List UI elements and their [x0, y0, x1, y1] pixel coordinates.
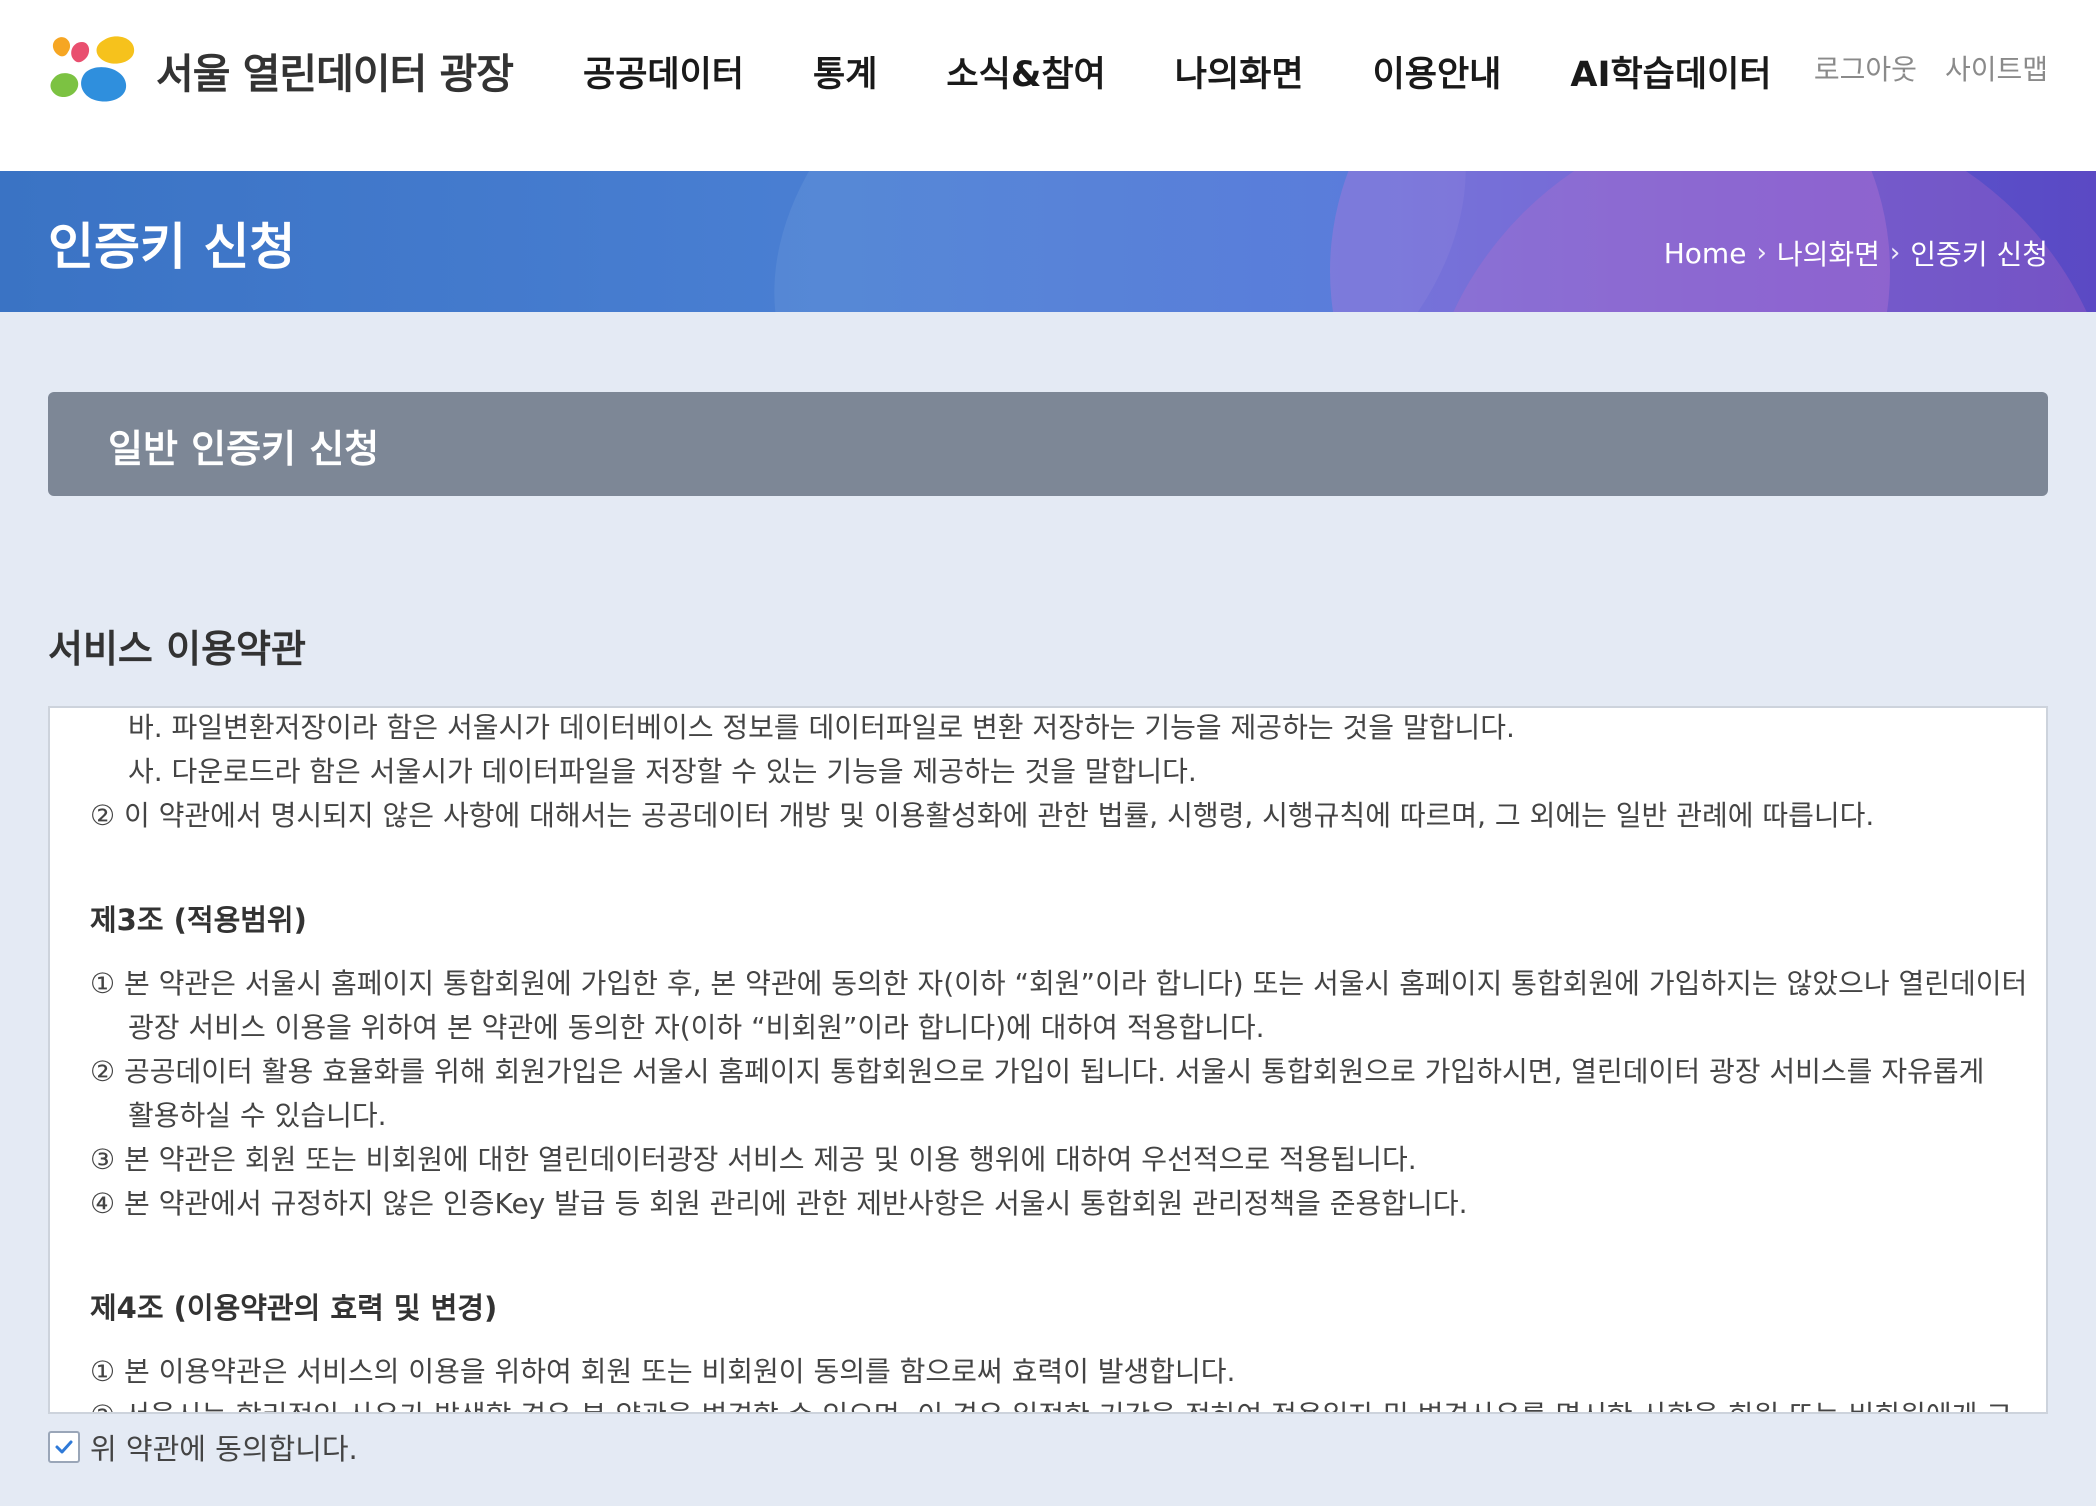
section-title: 일반 인증키 신청 [108, 427, 380, 471]
site-header: 서울 열린데이터 광장 공공데이터 통계 소식&참여 나의화면 이용안내 AI학… [0, 0, 2096, 171]
terms-line: 광장 서비스 이용을 위하여 본 약관에 동의한 자(이하 “비회원”이라 합니… [128, 1011, 1265, 1044]
agree-row: 위 약관에 동의합니다. [48, 1426, 358, 1468]
terms-line: ② 이 약관에서 명시되지 않은 사항에 대해서는 공공데이터 개방 및 이용활… [90, 799, 1875, 832]
terms-line: ③ 본 약관은 회원 또는 비회원에 대한 열린데이터광장 서비스 제공 및 이… [90, 1143, 1417, 1176]
global-nav: 공공데이터 통계 소식&참여 나의화면 이용안내 AI학습데이터 [583, 46, 1772, 96]
nav-my-page[interactable]: 나의화면 [1175, 46, 1304, 96]
check-icon [55, 1440, 73, 1454]
terms-line: ② 서울시는 합리적인 사유가 발생할 경우 본 약관을 변경할 수 있으며, … [90, 1394, 2020, 1412]
terms-heading: 서비스 이용약관 [48, 627, 306, 671]
nav-statistics[interactable]: 통계 [813, 46, 877, 96]
terms-line: ② 공공데이터 활용 효율화를 위해 회원가입은 서울시 홈페이지 통합회원으로… [90, 1055, 1985, 1088]
terms-line: 활용하실 수 있습니다. [128, 1099, 387, 1132]
nav-guide[interactable]: 이용안내 [1373, 46, 1502, 96]
agree-label[interactable]: 위 약관에 동의합니다. [90, 1426, 358, 1468]
site-logo[interactable]: 서울 열린데이터 광장 [46, 30, 514, 110]
terms-line: 사. 다운로드라 함은 서울시가 데이터파일을 저장할 수 있는 기능을 제공하… [128, 755, 1197, 788]
section-header: 일반 인증키 신청 [48, 392, 2048, 496]
terms-line: 바. 파일변환저장이라 함은 서울시가 데이터베이스 정보를 데이터파일로 변환… [128, 711, 1515, 744]
breadcrumb-home[interactable]: Home [1664, 237, 1747, 270]
agree-checkbox[interactable] [48, 1431, 80, 1463]
terms-scroll-box[interactable]: 바. 파일변환저장이라 함은 서울시가 데이터베이스 정보를 데이터파일로 변환… [48, 706, 2048, 1414]
breadcrumb: Home › 나의화면 › 인증키 신청 [1664, 233, 2048, 273]
site-logo-text: 서울 열린데이터 광장 [156, 50, 514, 98]
nav-news-participation[interactable]: 소식&참여 [946, 46, 1105, 96]
breadcrumb-my-page[interactable]: 나의화면 [1777, 233, 1880, 273]
logout-link[interactable]: 로그아웃 [1814, 48, 1917, 88]
article-3-title: 제3조 (적용범위) [90, 903, 307, 937]
terms-line: ④ 본 약관에서 규정하지 않은 인증Key 발급 등 회원 관리에 관한 제반… [90, 1187, 1468, 1220]
terms-line: ① 본 약관은 서울시 홈페이지 통합회원에 가입한 후, 본 약관에 동의한 … [90, 967, 2028, 1000]
seoul-logo-icon [50, 36, 135, 102]
nav-public-data[interactable]: 공공데이터 [583, 46, 744, 96]
util-links: 로그아웃 사이트맵 [1814, 48, 2048, 88]
breadcrumb-current: 인증키 신청 [1910, 238, 2048, 271]
sitemap-link[interactable]: 사이트맵 [1945, 48, 2048, 88]
chevron-right-icon: › [1756, 238, 1767, 268]
terms-line: ① 본 이용약관은 서비스의 이용을 위하여 회원 또는 비회원이 동의를 함으… [90, 1355, 1236, 1388]
nav-ai-data[interactable]: AI학습데이터 [1570, 46, 1771, 96]
article-4-title: 제4조 (이용약관의 효력 및 변경) [90, 1291, 498, 1325]
chevron-right-icon: › [1889, 238, 1901, 268]
page-banner: 인증키 신청 Home › 나의화면 › 인증키 신청 [0, 171, 2096, 312]
page-title: 인증키 신청 [48, 218, 296, 276]
